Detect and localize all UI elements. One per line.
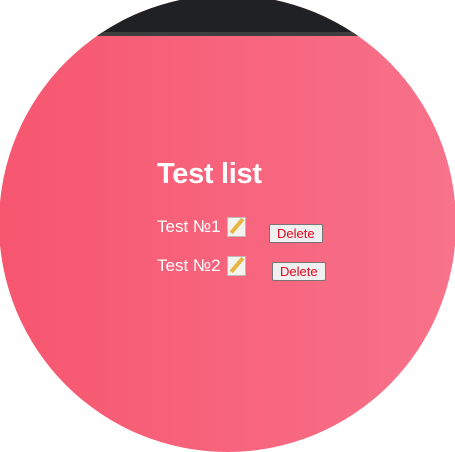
- list-item: Test №1: [157, 217, 246, 237]
- page-title: Test list: [157, 158, 262, 190]
- delete-button[interactable]: Delete: [269, 224, 323, 243]
- delete-button[interactable]: Delete: [272, 262, 326, 281]
- list-item: Test №2: [157, 256, 246, 276]
- list-item-label: Test №1: [157, 217, 221, 236]
- app-viewport: Test list Test №1 Delete Test №2 Delete: [0, 0, 455, 452]
- memo-icon: [226, 256, 246, 276]
- top-bar: [0, 0, 455, 36]
- list-item-label: Test №2: [157, 256, 221, 275]
- memo-icon: [226, 217, 246, 237]
